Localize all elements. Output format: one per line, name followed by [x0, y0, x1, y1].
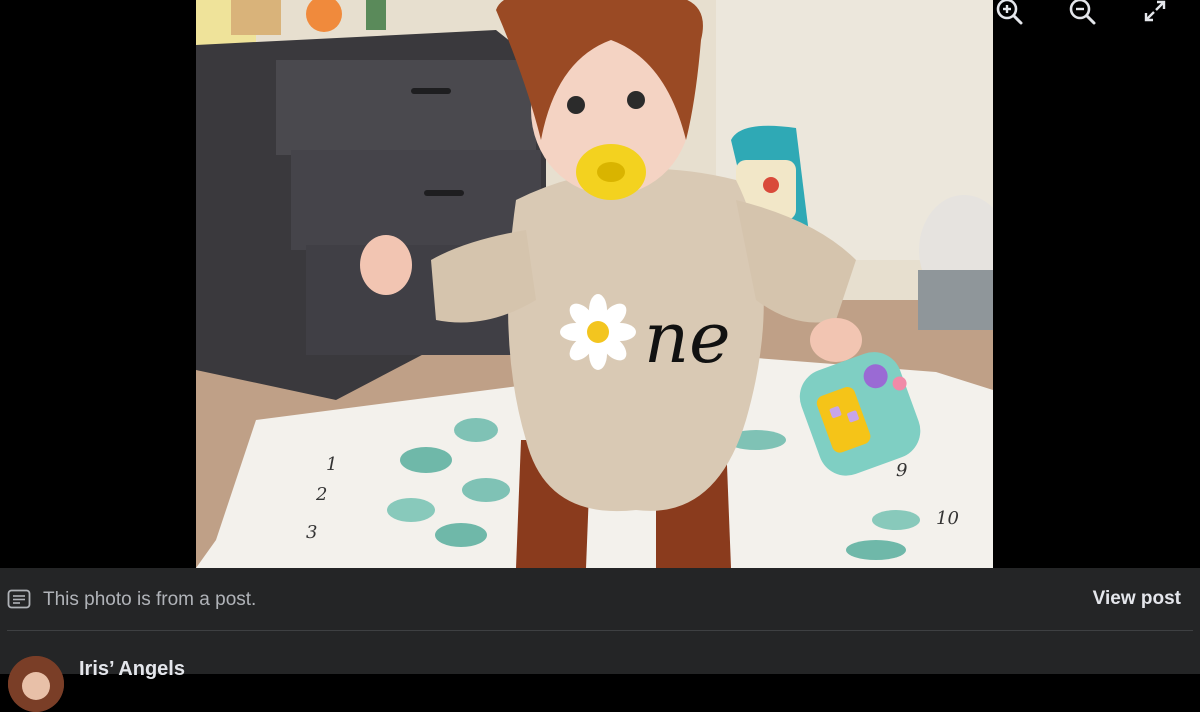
photo-illustration: 1 2 3 9 10 ne: [196, 0, 993, 568]
post-photo[interactable]: 1 2 3 9 10 ne: [196, 0, 993, 568]
shirt-text: ne: [644, 297, 731, 379]
zoom-in-icon: [994, 0, 1024, 26]
fullscreen-button[interactable]: [1138, 0, 1172, 28]
post-info-panel: This photo is from a post. View post Iri…: [0, 568, 1200, 712]
mat-number: 1: [326, 454, 337, 475]
zoom-in-button[interactable]: [992, 0, 1026, 28]
post-notice-row: This photo is from a post. View post: [0, 568, 1200, 630]
photo-viewer: 1 2 3 9 10 ne: [0, 0, 1200, 568]
zoom-out-icon: [1067, 0, 1097, 26]
post-notice-text: This photo is from a post.: [43, 589, 257, 610]
mat-number: 3: [306, 522, 317, 543]
photo-toolbar: [990, 0, 1200, 36]
expand-icon: [1142, 0, 1168, 24]
post-description-icon: [7, 589, 31, 609]
avatar[interactable]: [8, 656, 64, 712]
author-name[interactable]: Iris’ Angels: [79, 658, 185, 681]
divider: [7, 630, 1193, 631]
mat-number: 10: [936, 508, 959, 529]
mat-number: 2: [315, 484, 327, 505]
view-post-link[interactable]: View post: [1093, 588, 1181, 610]
mat-number: 9: [896, 460, 907, 481]
zoom-out-button[interactable]: [1065, 0, 1099, 28]
